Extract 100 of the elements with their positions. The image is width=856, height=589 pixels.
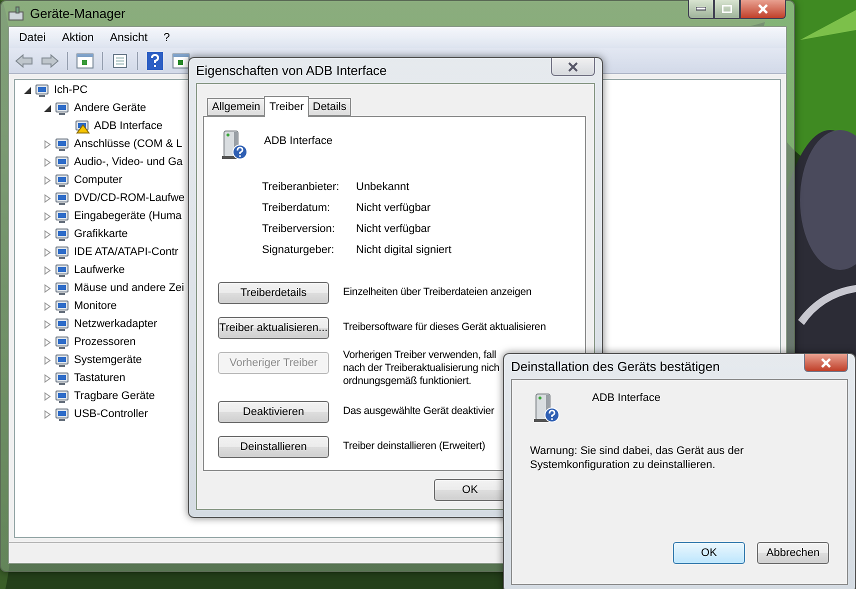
tree-item[interactable]: Tragbare Geräte [74, 390, 155, 402]
device-icon [54, 352, 70, 368]
device-icon [54, 388, 70, 404]
device-icon [54, 136, 70, 152]
close-button[interactable] [804, 354, 848, 372]
expand-arrow-icon[interactable] [43, 320, 52, 328]
tree-item[interactable]: Eingabegeräte (Huma [74, 210, 182, 222]
expand-arrow-icon[interactable] [43, 374, 52, 382]
device-icon [54, 226, 70, 242]
tree-item[interactable]: USB-Controller [74, 408, 148, 420]
tree-item[interactable]: Laufwerke [74, 264, 125, 276]
action-button[interactable]: Treiber aktualisieren... [218, 317, 329, 339]
expand-arrow-icon[interactable] [43, 266, 52, 274]
action-button[interactable]: Treiberdetails [218, 282, 329, 304]
tree-item[interactable]: Monitore [74, 300, 117, 312]
tree-item[interactable]: Systemgeräte [74, 354, 142, 366]
minimize-button[interactable] [688, 0, 714, 19]
device-icon [54, 334, 70, 350]
pane-icon [172, 52, 190, 68]
tab[interactable]: Allgemein [207, 98, 266, 116]
action-description: Einzelheiten über Treiberdateien anzeigen [343, 286, 532, 299]
dialog-title: Eigenschaften von ADB Interface [196, 63, 387, 78]
device-icon [54, 154, 70, 170]
action-description: Treiber deinstallieren (Erweitert) [343, 440, 486, 453]
tree-item[interactable]: Netzwerkadapter [74, 318, 158, 330]
device-icon [54, 262, 70, 278]
minimize-icon [696, 7, 706, 11]
expand-arrow-icon[interactable] [43, 284, 52, 292]
menu-item[interactable]: Aktion [54, 32, 102, 44]
tab[interactable]: Treiber [264, 96, 309, 117]
tree-item[interactable]: Computer [74, 174, 122, 186]
tree-item[interactable]: Anschlüsse (COM & L [74, 138, 182, 150]
action-description: Treibersoftware für dieses Gerät aktualisieren [343, 321, 546, 334]
help-button[interactable] [144, 50, 166, 70]
device-icon [54, 316, 70, 332]
expand-arrow-icon[interactable] [43, 176, 52, 184]
warning-message: Warnung: Sie sind dabei, das Gerät aus der Systemkonfiguration zu deinstallieren. [530, 444, 745, 472]
device-icon [54, 172, 70, 188]
close-button[interactable] [740, 0, 786, 19]
ok-button[interactable]: OK [434, 479, 506, 501]
window-title: Geräte-Manager [30, 6, 126, 21]
dialog-button[interactable]: OK [673, 542, 745, 564]
device-icon [54, 190, 70, 206]
tree-item[interactable]: Mäuse und andere Zei [74, 282, 184, 294]
expand-arrow-icon[interactable] [43, 158, 52, 166]
tree-item[interactable]: Grafikkarte [74, 228, 128, 240]
expand-arrow-icon[interactable] [43, 392, 52, 400]
tree-item[interactable]: Ich-PC [54, 84, 88, 96]
device-name: ADB Interface [264, 135, 332, 147]
field-label: Treiberanbieter: [262, 181, 340, 193]
menu-item[interactable]: Datei [11, 32, 54, 44]
action-button[interactable]: Deaktivieren [218, 401, 329, 423]
collapse-arrow-icon[interactable] [23, 86, 32, 94]
dialog-title: Deinstallation des Geräts bestätigen [511, 359, 720, 374]
field-value: Nicht verfügbar [356, 223, 432, 235]
document-icon [112, 52, 128, 68]
tree-item[interactable]: ADB Interface [94, 120, 162, 132]
device-icon [54, 208, 70, 224]
menu-item[interactable]: ? [156, 32, 178, 44]
expand-arrow-icon[interactable] [43, 356, 52, 364]
tab[interactable]: Details [308, 98, 352, 116]
expand-arrow-icon[interactable] [43, 140, 52, 148]
tree-item[interactable]: Prozessoren [74, 336, 136, 348]
expand-arrow-icon[interactable] [43, 338, 52, 346]
field-value: Nicht digital signiert [356, 244, 452, 256]
expand-arrow-icon[interactable] [43, 410, 52, 418]
close-button[interactable] [551, 58, 595, 76]
expand-arrow-icon[interactable] [43, 302, 52, 310]
tree-item[interactable]: Andere Geräte [74, 102, 146, 114]
collapse-arrow-icon[interactable] [43, 104, 52, 112]
expand-arrow-icon[interactable] [43, 194, 52, 202]
action-description: Das ausgewählte Gerät deaktivier [343, 405, 494, 418]
maximize-button[interactable] [714, 0, 740, 19]
tree-item[interactable]: IDE ATA/ATAPI-Contr [74, 246, 178, 258]
action-description: Vorherigen Treiber verwenden, fall nach der Treiberaktualisierung nich ordnungsgemäß funktioniert. [343, 349, 500, 388]
tree-item[interactable]: Audio-, Video- und Ga [74, 156, 183, 168]
device-manager-icon [8, 6, 24, 22]
menu-item[interactable]: Ansicht [102, 32, 156, 44]
dialog-button[interactable]: Abbrechen [757, 542, 829, 564]
device-icon [54, 244, 70, 260]
action-button[interactable]: Deinstallieren [218, 436, 329, 458]
action-pane-button[interactable] [170, 50, 192, 70]
device-icon [54, 298, 70, 314]
expand-arrow-icon[interactable] [43, 230, 52, 238]
device-icon [54, 100, 70, 116]
device-icon [54, 406, 70, 422]
field-label: Treiberversion: [262, 223, 336, 235]
forward-arrow-icon [41, 54, 59, 68]
device-icon [34, 82, 50, 98]
device-icon [54, 280, 70, 296]
expand-arrow-icon[interactable] [43, 248, 52, 256]
console-tree-button[interactable] [74, 50, 96, 70]
field-label: Treiberdatum: [262, 202, 332, 214]
tree-item[interactable]: DVD/CD-ROM-Laufwe [74, 192, 185, 204]
expand-arrow-icon[interactable] [43, 212, 52, 220]
close-icon [568, 62, 578, 72]
tree-item[interactable]: Tastaturen [74, 372, 126, 384]
help-icon [147, 52, 163, 70]
maximize-icon [722, 5, 732, 13]
back-arrow-icon [15, 54, 33, 68]
